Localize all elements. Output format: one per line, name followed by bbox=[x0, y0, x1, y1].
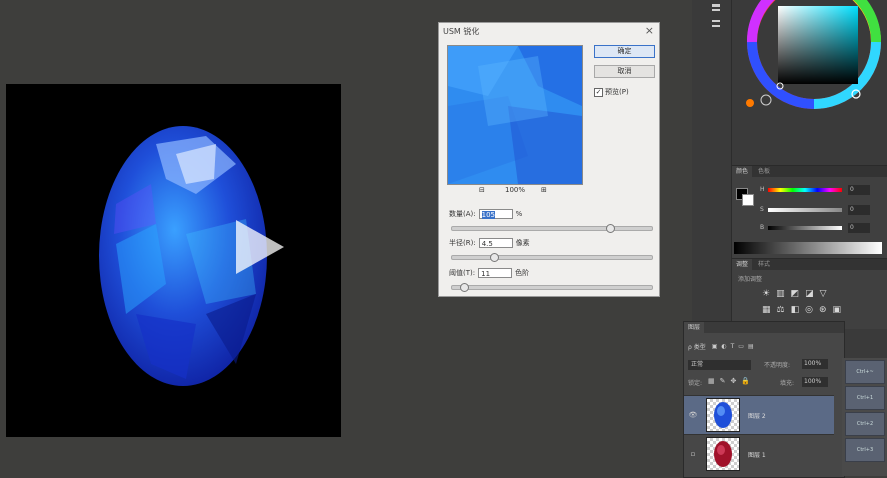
radius-row: 半径(R): 4.5 像素 bbox=[449, 238, 530, 248]
color-panel: 颜色 色板 H 0 S 0 B 0 bbox=[732, 165, 887, 261]
cancel-button[interactable]: 取消 bbox=[594, 65, 655, 78]
radius-unit: 像素 bbox=[515, 239, 530, 247]
layer-name: 图层 1 bbox=[748, 451, 766, 459]
channel-shortcuts: Ctrl+~ Ctrl+1 Ctrl+2 Ctrl+3 bbox=[842, 358, 887, 476]
layer-name: 图层 2 bbox=[748, 412, 766, 420]
h-channel-label: H bbox=[760, 186, 765, 193]
saturation-slider[interactable] bbox=[768, 208, 842, 212]
radius-field[interactable]: 4.5 bbox=[478, 238, 513, 248]
eye-icon[interactable]: 👁 bbox=[684, 411, 702, 419]
layer-thumbnail bbox=[706, 398, 740, 432]
threshold-row: 阈值(T): 11 色阶 bbox=[449, 268, 529, 278]
amount-slider-thumb[interactable] bbox=[605, 224, 615, 233]
channel-mixer-icon[interactable]: ⊛ bbox=[819, 305, 827, 315]
opacity-field[interactable]: 100% bbox=[802, 359, 828, 369]
hue-slider[interactable] bbox=[768, 188, 842, 192]
amount-row: 数量(A): 105 % bbox=[449, 209, 522, 219]
b-field[interactable]: 0 bbox=[848, 223, 870, 233]
vibrance-icon[interactable]: ▽ bbox=[820, 289, 827, 299]
tab-styles[interactable]: 样式 bbox=[754, 259, 774, 270]
fill-label: 填充: bbox=[780, 380, 795, 387]
threshold-slider[interactable] bbox=[451, 283, 653, 292]
document-canvas[interactable] bbox=[6, 84, 341, 437]
brush-settings-icon[interactable] bbox=[700, 0, 730, 36]
threshold-slider-thumb[interactable] bbox=[459, 283, 469, 292]
shortcut-key[interactable]: Ctrl+2 bbox=[845, 412, 885, 436]
tab-layers[interactable]: 图层 bbox=[684, 322, 705, 333]
amount-slider[interactable] bbox=[451, 224, 653, 233]
zoom-in-icon[interactable]: ⊞ bbox=[541, 186, 547, 194]
amount-unit: % bbox=[515, 210, 523, 218]
tab-color[interactable]: 颜色 bbox=[732, 166, 753, 177]
layer-row[interactable]: ▫ 图层 1 bbox=[684, 434, 834, 473]
preview-label: 预览(P) bbox=[605, 88, 629, 96]
hue-saturation-icon[interactable]: ▦ bbox=[762, 305, 771, 315]
threshold-label: 阈值(T): bbox=[449, 269, 476, 277]
brightness-slider[interactable] bbox=[768, 226, 842, 230]
filter-kind[interactable]: ρ 类型 bbox=[688, 342, 706, 351]
threshold-unit: 色阶 bbox=[515, 269, 530, 277]
h-field[interactable]: 0 bbox=[848, 185, 870, 195]
curves-icon[interactable]: ◩ bbox=[791, 289, 800, 299]
zoom-out-icon[interactable]: ⊟ bbox=[479, 186, 485, 194]
opacity-label: 不透明度: bbox=[764, 362, 791, 369]
color-panel-tabs: 颜色 色板 bbox=[732, 166, 887, 177]
usm-sharpen-dialog: USM 锐化 × ⊟ 100% ⊞ 确定 取消 ✓ 预览(P) 数量(A): 1… bbox=[438, 22, 660, 297]
layer-row[interactable]: 👁 图层 2 bbox=[684, 395, 834, 434]
ok-button[interactable]: 确定 bbox=[594, 45, 655, 58]
adjustment-icons-row-2: ▦ ⚖ ◧ ◎ ⊛ ▣ bbox=[762, 305, 841, 315]
color-lookup-icon[interactable]: ▣ bbox=[833, 305, 842, 315]
lock-label: 锁定: bbox=[688, 380, 703, 387]
panel-toolstrip bbox=[700, 0, 730, 36]
amount-field[interactable]: 105 bbox=[478, 209, 513, 219]
adjustments-panel: 调整 样式 添加调整 ☀ ▥ ◩ ◪ ▽ ▦ ⚖ ◧ ◎ ⊛ ▣ bbox=[732, 258, 887, 329]
zoom-level: 100% bbox=[505, 186, 526, 194]
levels-icon[interactable]: ▥ bbox=[776, 289, 785, 299]
amount-label: 数量(A): bbox=[449, 210, 476, 218]
background-swatch[interactable] bbox=[742, 194, 754, 206]
fill-field[interactable]: 100% bbox=[802, 377, 828, 387]
dialog-title: USM 锐化 bbox=[443, 27, 480, 36]
black-white-icon[interactable]: ◧ bbox=[791, 305, 800, 315]
filter-icons[interactable]: ▣◐T▭▤ bbox=[712, 343, 758, 350]
radius-slider[interactable] bbox=[451, 253, 653, 262]
visibility-toggle[interactable]: ▫ bbox=[684, 450, 702, 458]
preview-image bbox=[448, 46, 582, 184]
blend-mode-select[interactable]: 正常 bbox=[688, 360, 751, 370]
shortcut-key[interactable]: Ctrl+3 bbox=[845, 438, 885, 462]
color-wheel[interactable] bbox=[742, 0, 887, 115]
shortcut-key[interactable]: Ctrl+~ bbox=[845, 360, 885, 384]
lock-icons[interactable]: ▦✎✥🔒 bbox=[708, 377, 755, 385]
s-channel-label: S bbox=[760, 206, 764, 213]
brightness-icon[interactable]: ☀ bbox=[762, 289, 770, 299]
preview-checkbox[interactable]: ✓ 预览(P) bbox=[594, 87, 629, 97]
layer-filter-row: ρ 类型 ▣◐T▭▤ bbox=[688, 340, 838, 352]
layers-panel: 图层 ρ 类型 ▣◐T▭▤ 正常 不透明度: 100% 锁定: ▦✎✥🔒 填充:… bbox=[683, 321, 845, 478]
play-icon[interactable] bbox=[232, 218, 286, 276]
shortcut-key[interactable]: Ctrl+1 bbox=[845, 386, 885, 410]
layer-thumbnail bbox=[706, 437, 740, 471]
tab-adjustments[interactable]: 调整 bbox=[732, 259, 753, 270]
exposure-icon[interactable]: ◪ bbox=[805, 289, 814, 299]
tab-swatches[interactable]: 色板 bbox=[754, 166, 774, 177]
radius-label: 半径(R): bbox=[449, 239, 476, 247]
threshold-field[interactable]: 11 bbox=[478, 268, 513, 278]
layers-panel-tabs: 图层 bbox=[684, 322, 844, 333]
filter-preview[interactable] bbox=[447, 45, 583, 185]
adjustment-icons-row-1: ☀ ▥ ◩ ◪ ▽ bbox=[762, 289, 827, 299]
checkmark-icon: ✓ bbox=[594, 87, 603, 97]
s-field[interactable]: 0 bbox=[848, 205, 870, 215]
adjustments-panel-tabs: 调整 样式 bbox=[732, 259, 887, 270]
b-channel-label: B bbox=[760, 224, 765, 231]
add-adjustment-hint: 添加调整 bbox=[738, 276, 763, 283]
color-ramp[interactable] bbox=[734, 242, 882, 254]
photo-filter-icon[interactable]: ◎ bbox=[805, 305, 813, 315]
close-icon[interactable]: × bbox=[645, 24, 654, 37]
color-balance-icon[interactable]: ⚖ bbox=[777, 305, 785, 315]
radius-slider-thumb[interactable] bbox=[490, 253, 500, 262]
